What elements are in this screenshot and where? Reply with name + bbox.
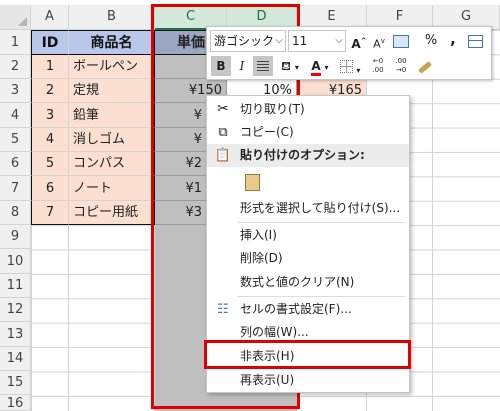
row-header[interactable]: 5 (0, 128, 31, 152)
comma-style-button[interactable]: , (443, 29, 463, 49)
menu-item-label: 挿入(I) (240, 228, 277, 242)
row-header[interactable]: 8 (0, 201, 31, 225)
row-header[interactable]: 2 (0, 55, 31, 79)
chevron-down-icon: ▾ (294, 63, 299, 72)
italic-button[interactable]: I (232, 56, 252, 76)
row-header[interactable]: 13 (0, 322, 31, 347)
menu-item-label: 再表示(U) (240, 373, 295, 387)
menu-item-clear-contents[interactable]: 数式と値のクリア(N) (207, 271, 409, 294)
cell-name[interactable]: ボールペン (69, 55, 155, 79)
menu-item-copy[interactable]: ⧉ コピー(C) (207, 121, 409, 144)
increase-decimal-button[interactable]: ←0.00 (367, 56, 389, 76)
percent-style-button[interactable]: % (421, 31, 441, 51)
menu-section-label: 貼り付けのオプション: (240, 148, 365, 162)
mini-toolbar: 游ゴシック ⌵ 11 ⌵ A^ Av % , B I ⛾ ▾ A ▾ ▾ ←0.… (206, 26, 492, 80)
cell-name[interactable]: 定規 (69, 79, 155, 103)
menu-item-insert[interactable]: 挿入(I) (207, 224, 409, 247)
font-name-box[interactable]: 游ゴシック ⌵ (210, 30, 286, 52)
chevron-down-icon: ⌵ (335, 35, 343, 46)
gridline (432, 30, 433, 411)
row-header[interactable]: 9 (0, 225, 31, 249)
cell-name[interactable]: 鉛筆 (69, 103, 155, 128)
highlight-frame-hide-item (204, 340, 411, 369)
paint-bucket-icon: ⛾ (281, 59, 291, 73)
cell-name[interactable]: ノート (69, 176, 155, 201)
copy-icon: ⧉ (218, 125, 228, 140)
select-all-corner[interactable] (0, 5, 31, 30)
menu-item-label: 削除(D) (240, 251, 283, 265)
font-size-box[interactable]: 11 ⌵ (288, 30, 346, 52)
column-header-b[interactable]: B (69, 5, 155, 30)
cell-name[interactable]: コンパス (69, 152, 155, 176)
row-header[interactable]: 3 (0, 79, 31, 103)
menu-item-cut[interactable]: ✂ 切り取り(T) (207, 98, 409, 121)
row-header[interactable]: 12 (0, 298, 31, 322)
cell-a1[interactable]: ID (31, 30, 69, 55)
menu-item-label: 数式と値のクリア(N) (240, 275, 355, 289)
format-table-icon (467, 35, 483, 48)
currency-icon (393, 35, 409, 48)
cell-id[interactable]: 4 (31, 128, 69, 152)
row-header[interactable]: 16 (0, 395, 31, 411)
clipboard-paste-icon (244, 174, 260, 191)
menu-item-label: コピー(C) (240, 125, 294, 139)
row-header[interactable]: 1 (0, 30, 31, 55)
chevron-down-icon: ▾ (324, 63, 329, 72)
column-header-a[interactable]: A (31, 5, 69, 30)
font-name-value: 游ゴシック (214, 34, 275, 48)
menu-section-paste-options: 📋 貼り付けのオプション: (207, 144, 409, 167)
menu-item-unhide[interactable]: 再表示(U) (207, 369, 409, 392)
align-center-icon (257, 61, 269, 71)
format-painter-button[interactable] (415, 56, 435, 76)
shrink-font-button[interactable]: Av (369, 31, 389, 51)
menu-separator (237, 296, 405, 297)
menu-item-format-cells[interactable]: ☷ セルの書式設定(F)... (207, 298, 409, 321)
row-header[interactable]: 10 (0, 249, 31, 274)
cell-id[interactable]: 3 (31, 103, 69, 128)
clipboard-icon: 📋 (214, 148, 232, 163)
borders-icon (339, 60, 353, 73)
row-header[interactable]: 7 (0, 176, 31, 201)
scissors-icon: ✂ (217, 101, 229, 117)
fill-color-button[interactable]: ⛾ ▾ (277, 56, 303, 76)
accounting-format-button[interactable] (391, 31, 411, 51)
select-all-triangle-icon (18, 17, 27, 26)
row-header[interactable]: 14 (0, 347, 31, 371)
paste-button[interactable] (240, 170, 264, 194)
format-cells-icon: ☷ (217, 302, 229, 317)
font-size-value: 11 (292, 34, 308, 48)
row-header[interactable]: 11 (0, 274, 31, 298)
font-color-button[interactable]: A ▾ (307, 56, 333, 76)
menu-item-label: セルの書式設定(F)... (240, 302, 352, 316)
paintbrush-icon (418, 61, 432, 74)
row-header[interactable]: 4 (0, 103, 31, 128)
menu-item-label: 形式を選択して貼り付け(S)... (240, 201, 401, 215)
grow-font-button[interactable]: A^ (349, 31, 369, 51)
borders-button[interactable]: ▾ (337, 56, 363, 76)
chevron-down-icon: ⌵ (275, 35, 283, 46)
cell-id[interactable]: 5 (31, 152, 69, 176)
row-header[interactable]: 6 (0, 152, 31, 176)
align-center-button[interactable] (253, 56, 273, 76)
menu-separator (237, 222, 405, 223)
menu-item-paste-special[interactable]: 形式を選択して貼り付け(S)... (207, 197, 409, 220)
menu-item-delete[interactable]: 削除(D) (207, 247, 409, 270)
row-header[interactable]: 15 (0, 371, 31, 395)
gridline (68, 225, 69, 411)
cell-name[interactable]: コピー用紙 (69, 201, 155, 225)
chevron-down-icon: ▾ (356, 66, 361, 75)
menu-item-label: 切り取り(T) (240, 102, 305, 116)
decrease-decimal-button[interactable]: .00 →0 (390, 56, 412, 76)
bold-button[interactable]: B (211, 56, 231, 76)
wrap-format-button[interactable] (465, 31, 485, 51)
cell-id[interactable]: 7 (31, 201, 69, 225)
cell-name[interactable]: 消しゴム (69, 128, 155, 152)
cell-b1[interactable]: 商品名 (69, 30, 155, 55)
cell-id[interactable]: 6 (31, 176, 69, 201)
cell-id[interactable]: 1 (31, 55, 69, 79)
cell-id[interactable]: 2 (31, 79, 69, 103)
font-color-a-icon: A (311, 59, 321, 76)
